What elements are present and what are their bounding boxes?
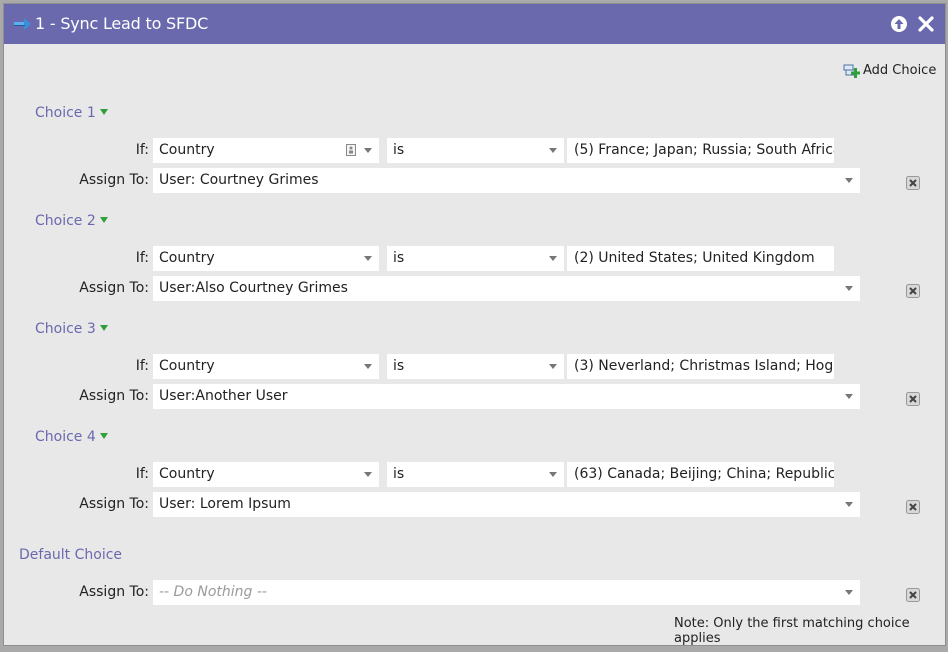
operator-value: is bbox=[393, 142, 405, 158]
chevron-down-icon bbox=[549, 364, 557, 369]
chevron-down-icon bbox=[845, 394, 853, 399]
field-value: Country bbox=[159, 142, 215, 158]
assign-to-label: Assign To: bbox=[79, 584, 149, 600]
chevron-down-icon bbox=[845, 590, 853, 595]
choice-3-field-select[interactable]: Country bbox=[153, 354, 379, 379]
chevron-down-icon bbox=[549, 256, 557, 261]
if-label: If: bbox=[135, 142, 149, 158]
choice-4-toggle[interactable]: Choice 4 bbox=[35, 429, 108, 445]
default-assign-select[interactable]: -- Do Nothing -- bbox=[153, 580, 860, 605]
choice-3-toggle[interactable]: Choice 3 bbox=[35, 321, 108, 337]
assign-to-label: Assign To: bbox=[79, 496, 149, 512]
add-choice-button[interactable]: Add Choice bbox=[843, 61, 936, 79]
chevron-down-icon bbox=[845, 502, 853, 507]
assign-to-label: Assign To: bbox=[79, 172, 149, 188]
assign-to-label: Assign To: bbox=[79, 388, 149, 404]
choice-4-operator-select[interactable]: is bbox=[387, 462, 564, 487]
chevron-down-icon bbox=[364, 472, 372, 477]
expand-triangle-icon bbox=[99, 217, 108, 223]
chevron-down-icon bbox=[364, 148, 372, 153]
choice-1-operator-select[interactable]: is bbox=[387, 138, 564, 163]
close-icon[interactable] bbox=[917, 15, 935, 33]
title-bar: 1 - Sync Lead to SFDC bbox=[4, 4, 945, 44]
choice-1-label: Choice 1 bbox=[35, 105, 96, 121]
choice-1-values-input[interactable]: (5) France; Japan; Russia; South Africa;… bbox=[567, 138, 834, 163]
choice-3-label: Choice 3 bbox=[35, 321, 96, 337]
choice-1-field-select[interactable]: Country bbox=[153, 138, 379, 163]
if-label: If: bbox=[135, 466, 149, 482]
operator-value: is bbox=[393, 250, 405, 266]
if-label: If: bbox=[135, 358, 149, 374]
chevron-down-icon bbox=[845, 286, 853, 291]
chevron-down-icon bbox=[549, 472, 557, 477]
choice-2-toggle[interactable]: Choice 2 bbox=[35, 213, 108, 229]
expand-triangle-icon bbox=[99, 325, 108, 331]
default-choice-label: Default Choice bbox=[19, 547, 123, 563]
add-choice-label: Add Choice bbox=[863, 62, 937, 78]
assign-value: User: Lorem Ipsum bbox=[159, 496, 291, 512]
choice-2-label: Choice 2 bbox=[35, 213, 96, 229]
choice-1-assign-select[interactable]: User: Courtney Grimes bbox=[153, 168, 860, 193]
expand-triangle-icon bbox=[99, 433, 108, 439]
field-value: Country bbox=[159, 358, 215, 374]
chevron-down-icon bbox=[364, 256, 372, 261]
arrow-right-icon bbox=[14, 18, 31, 30]
choice-4-assign-select[interactable]: User: Lorem Ipsum bbox=[153, 492, 860, 517]
operator-value: is bbox=[393, 358, 405, 374]
choice-2-values-input[interactable]: (2) United States; United Kingdom bbox=[567, 246, 834, 271]
if-label: If: bbox=[135, 250, 149, 266]
choice-3-operator-select[interactable]: is bbox=[387, 354, 564, 379]
delete-icon[interactable] bbox=[906, 500, 920, 514]
chevron-down-icon bbox=[364, 364, 372, 369]
assign-value: User:Another User bbox=[159, 388, 288, 404]
expand-triangle-icon bbox=[99, 109, 108, 115]
choice-2-field-select[interactable]: Country bbox=[153, 246, 379, 271]
delete-icon[interactable] bbox=[906, 392, 920, 406]
chevron-down-icon bbox=[549, 148, 557, 153]
chevron-down-icon bbox=[845, 178, 853, 183]
choice-3-values-input[interactable]: (3) Neverland; Christmas Island; Hogwart… bbox=[567, 354, 834, 379]
choice-2-assign-select[interactable]: User:Also Courtney Grimes bbox=[153, 276, 860, 301]
assign-placeholder: -- Do Nothing -- bbox=[159, 584, 267, 600]
choice-1-toggle[interactable]: Choice 1 bbox=[35, 105, 108, 121]
choice-3-assign-select[interactable]: User:Another User bbox=[153, 384, 860, 409]
field-value: Country bbox=[159, 466, 215, 482]
assign-to-label: Assign To: bbox=[79, 280, 149, 296]
dialog-title: 1 - Sync Lead to SFDC bbox=[35, 14, 209, 33]
choice-4-values-input[interactable]: (63) Canada; Beijing; China; Republic of… bbox=[567, 462, 834, 487]
choice-4-field-select[interactable]: Country bbox=[153, 462, 379, 487]
delete-icon[interactable] bbox=[906, 176, 920, 190]
flow-step-dialog: 1 - Sync Lead to SFDC Add Choice Choice … bbox=[3, 3, 946, 646]
choice-note: Note: Only the first matching choice app… bbox=[674, 616, 910, 646]
choice-2-operator-select[interactable]: is bbox=[387, 246, 564, 271]
operator-value: is bbox=[393, 466, 405, 482]
add-choice-icon bbox=[843, 64, 860, 78]
assign-value: User:Also Courtney Grimes bbox=[159, 280, 348, 296]
delete-icon[interactable] bbox=[906, 588, 920, 602]
delete-icon[interactable] bbox=[906, 284, 920, 298]
move-up-icon[interactable] bbox=[890, 15, 908, 33]
field-info-icon bbox=[346, 144, 356, 156]
assign-value: User: Courtney Grimes bbox=[159, 172, 319, 188]
field-value: Country bbox=[159, 250, 215, 266]
choice-4-label: Choice 4 bbox=[35, 429, 96, 445]
